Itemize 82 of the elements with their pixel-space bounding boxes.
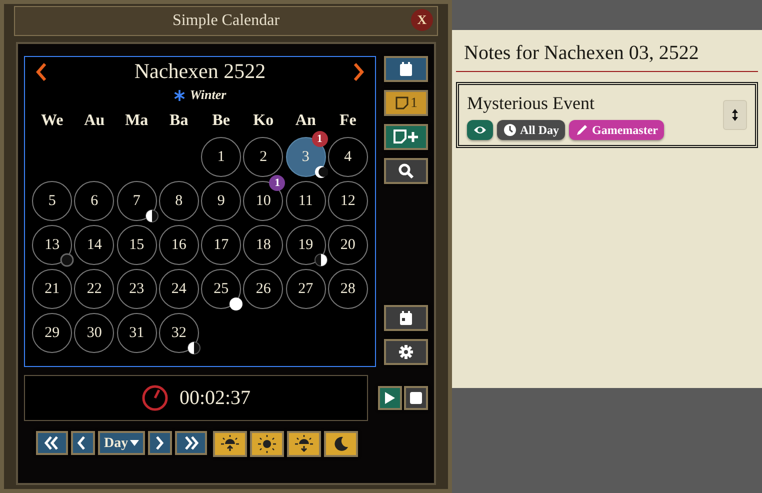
weekday-label: An <box>295 111 316 131</box>
day-button[interactable]: 6 <box>74 181 114 221</box>
reorder-handle[interactable] <box>723 100 747 130</box>
day-button[interactable]: 11 <box>286 181 326 221</box>
double-chevron-left-icon <box>44 435 60 451</box>
day-button[interactable]: 1 <box>201 137 242 177</box>
day-button[interactable]: 29 <box>32 313 72 353</box>
day-button[interactable]: 30 <box>74 313 114 353</box>
snowflake-icon <box>174 90 185 100</box>
pencil-icon <box>575 123 589 137</box>
date-config-button[interactable] <box>384 305 428 331</box>
notes-button[interactable]: 1 <box>384 90 428 116</box>
caret-icon <box>130 440 140 446</box>
weekday-label: Fe <box>339 111 356 131</box>
midday-button[interactable] <box>250 431 284 457</box>
day-button[interactable]: 15 <box>116 225 157 265</box>
midnight-button[interactable] <box>324 431 358 457</box>
clock-icon <box>503 123 517 137</box>
day-button[interactable]: 5 <box>32 181 72 221</box>
play-button[interactable] <box>378 386 402 410</box>
season-label: Winter <box>190 86 226 104</box>
sunset-icon <box>294 434 314 454</box>
next-month-icon[interactable] <box>352 62 365 82</box>
add-note-button[interactable] <box>384 124 428 150</box>
day-button[interactable]: 9 <box>201 181 242 221</box>
sunrise-icon <box>220 434 240 454</box>
advance-button[interactable] <box>148 431 172 455</box>
day-button[interactable]: 28 <box>328 269 368 309</box>
day-button[interactable]: 27 <box>286 269 326 309</box>
search-button[interactable] <box>384 158 428 184</box>
day-button[interactable]: 26 <box>243 269 284 309</box>
clock-time: 00:02:37 <box>179 386 251 411</box>
settings-icon <box>398 344 414 360</box>
day-button[interactable]: 31 <box>116 313 157 353</box>
weekday-label: Ma <box>125 111 148 131</box>
note-count-badge: 1 <box>269 175 286 191</box>
add-note-icon <box>393 129 419 145</box>
search-icon <box>398 163 414 179</box>
month-title: Nachexen 2522 <box>134 58 266 86</box>
day-button[interactable]: 8 <box>158 181 199 221</box>
weekday-label: Ko <box>253 111 274 131</box>
day-button[interactable]: 22 <box>74 269 114 309</box>
rewind-button[interactable] <box>36 431 68 455</box>
play-icon <box>384 391 396 405</box>
today-button[interactable] <box>384 56 428 82</box>
weekday-label: Au <box>84 111 105 131</box>
rewind-button[interactable] <box>71 431 95 455</box>
calendar-icon <box>399 310 413 326</box>
close-button[interactable]: X <box>411 9 433 31</box>
stopwatch-icon <box>141 384 170 412</box>
day-button[interactable]: 24 <box>158 269 199 309</box>
sunrise-button[interactable] <box>213 431 248 457</box>
day-button[interactable]: 20 <box>328 225 368 265</box>
day-button[interactable]: 12 <box>328 181 368 221</box>
day-button[interactable]: 17 <box>201 225 242 265</box>
weekday-label: We <box>41 111 64 131</box>
time-unit-dropdown[interactable]: Day <box>98 431 146 455</box>
author-tag: Gamemaster <box>569 120 664 140</box>
weekday-label: Ba <box>170 111 188 131</box>
vertical-arrows-icon <box>731 108 739 122</box>
day-button[interactable]: 23 <box>116 269 157 309</box>
advance-button[interactable] <box>175 431 208 455</box>
stop-button[interactable] <box>404 386 428 410</box>
stop-icon <box>410 392 422 404</box>
calendar-icon <box>398 61 414 77</box>
window-title: Simple Calendar <box>172 11 280 31</box>
notes-title: Notes for Nachexen 03, 2522 <box>464 42 699 64</box>
double-chevron-right-icon <box>183 435 200 451</box>
previous-month-icon[interactable] <box>35 62 47 82</box>
settings-button[interactable] <box>384 339 428 365</box>
note-count-badge: 1 <box>312 131 328 147</box>
day-button[interactable]: 18 <box>243 225 284 265</box>
note-icon <box>394 96 408 110</box>
day-button[interactable]: 16 <box>158 225 199 265</box>
sunset-button[interactable] <box>287 431 322 457</box>
time-tag: All Day <box>497 120 565 140</box>
weekday-label: Be <box>212 111 230 131</box>
day-button[interactable]: 14 <box>74 225 114 265</box>
sun-icon <box>257 434 278 454</box>
day-button[interactable]: 4 <box>328 137 368 177</box>
note-title: Mysterious Event <box>467 92 596 115</box>
day-button[interactable]: 21 <box>32 269 72 309</box>
